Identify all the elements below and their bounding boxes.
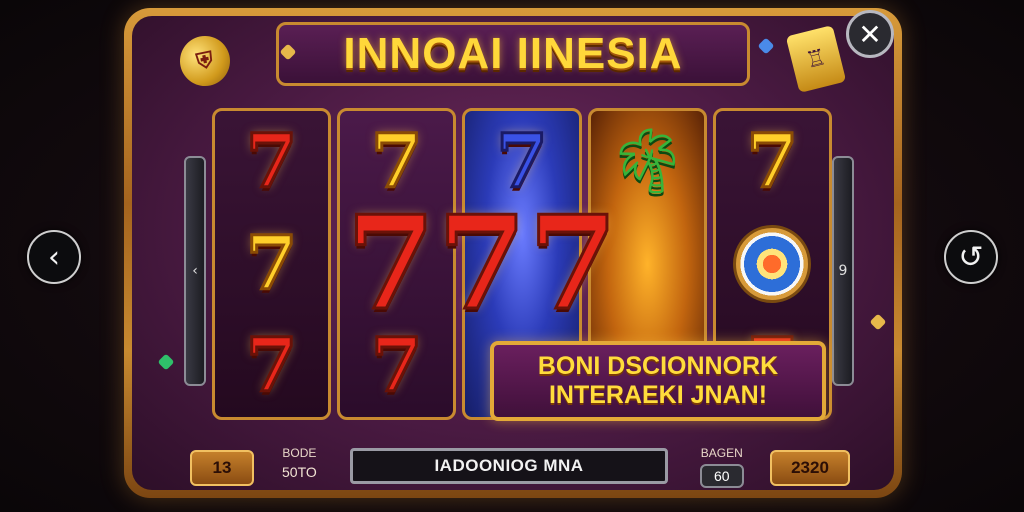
slot-machine-panel: ⛨ ♖ INNOAI IINESIA ‹ 9 7 7 7 7 7 7 🌴︎ 7 … [132, 16, 894, 490]
ornament-top-left [132, 16, 162, 46]
game-title: INNOAI IINESIA [343, 29, 683, 78]
seven-symbol: 7 [370, 118, 424, 205]
seven-symbol: 7 [370, 322, 424, 409]
big-seven-symbol: 7 [436, 189, 528, 339]
palm-tree-icon: 🌴︎ [606, 125, 688, 200]
slot-machine-frame: ⛨ ♖ INNOAI IINESIA ‹ 9 7 7 7 7 7 7 🌴︎ 7 … [124, 8, 902, 498]
win-display: BAGEN 60 [700, 446, 744, 488]
win-value: 60 [700, 464, 744, 488]
bottom-control-bar: 13 BODE 50TO IADOONIOG MNA BAGEN 60 2320 [132, 440, 894, 490]
bonus-banner: BONI DSCIONNORK INTERAEKI JNAN! [490, 341, 826, 421]
bet-value: 50TO [282, 464, 317, 480]
title-banner: INNOAI IINESIA [276, 22, 750, 86]
seven-symbol: 7 [244, 118, 298, 205]
seven-symbol: 7 [244, 322, 298, 409]
bet-display: BODE 50TO [282, 446, 317, 480]
slot-machine-icon: ♖ [785, 25, 847, 93]
seven-symbol: 7 [745, 118, 799, 205]
close-icon: ✕ [858, 17, 882, 51]
big-seven-symbol: 7 [345, 189, 437, 339]
right-side-tab[interactable]: 9 [832, 156, 854, 386]
winning-line: 7 7 7 [212, 194, 832, 334]
close-button[interactable]: ✕ [846, 10, 894, 58]
status-panel: IADOONIOG MNA [350, 448, 668, 484]
side-tab-right-glyph: 9 [838, 263, 848, 279]
gem-decoration [869, 313, 887, 331]
lines-counter-value: 13 [212, 458, 232, 477]
credits-counter[interactable]: 2320 [770, 450, 850, 486]
side-tab-left-glyph: ‹ [192, 263, 198, 279]
bonus-line-2: INTERAEKI JNAN! [548, 381, 768, 409]
seven-symbol: 7 [495, 118, 549, 205]
refresh-button[interactable]: ↺ [944, 230, 998, 284]
refresh-icon: ↺ [958, 239, 984, 275]
status-text: IADOONIOG MNA [434, 456, 584, 475]
big-seven-symbol: 7 [527, 189, 619, 339]
left-side-tab[interactable]: ‹ [184, 156, 206, 386]
win-label: BAGEN [700, 446, 743, 460]
gem-decoration [757, 37, 775, 55]
back-button[interactable]: ‹ [27, 230, 81, 284]
bet-label: BODE [282, 446, 317, 460]
gem-decoration [157, 353, 175, 371]
credits-counter-value: 2320 [791, 458, 829, 477]
lines-counter[interactable]: 13 [190, 450, 254, 486]
bonus-line-1: BONI DSCIONNORK [537, 352, 779, 380]
shield-badge-icon: ⛨ [175, 31, 235, 91]
chevron-left-icon: ‹ [48, 239, 60, 275]
